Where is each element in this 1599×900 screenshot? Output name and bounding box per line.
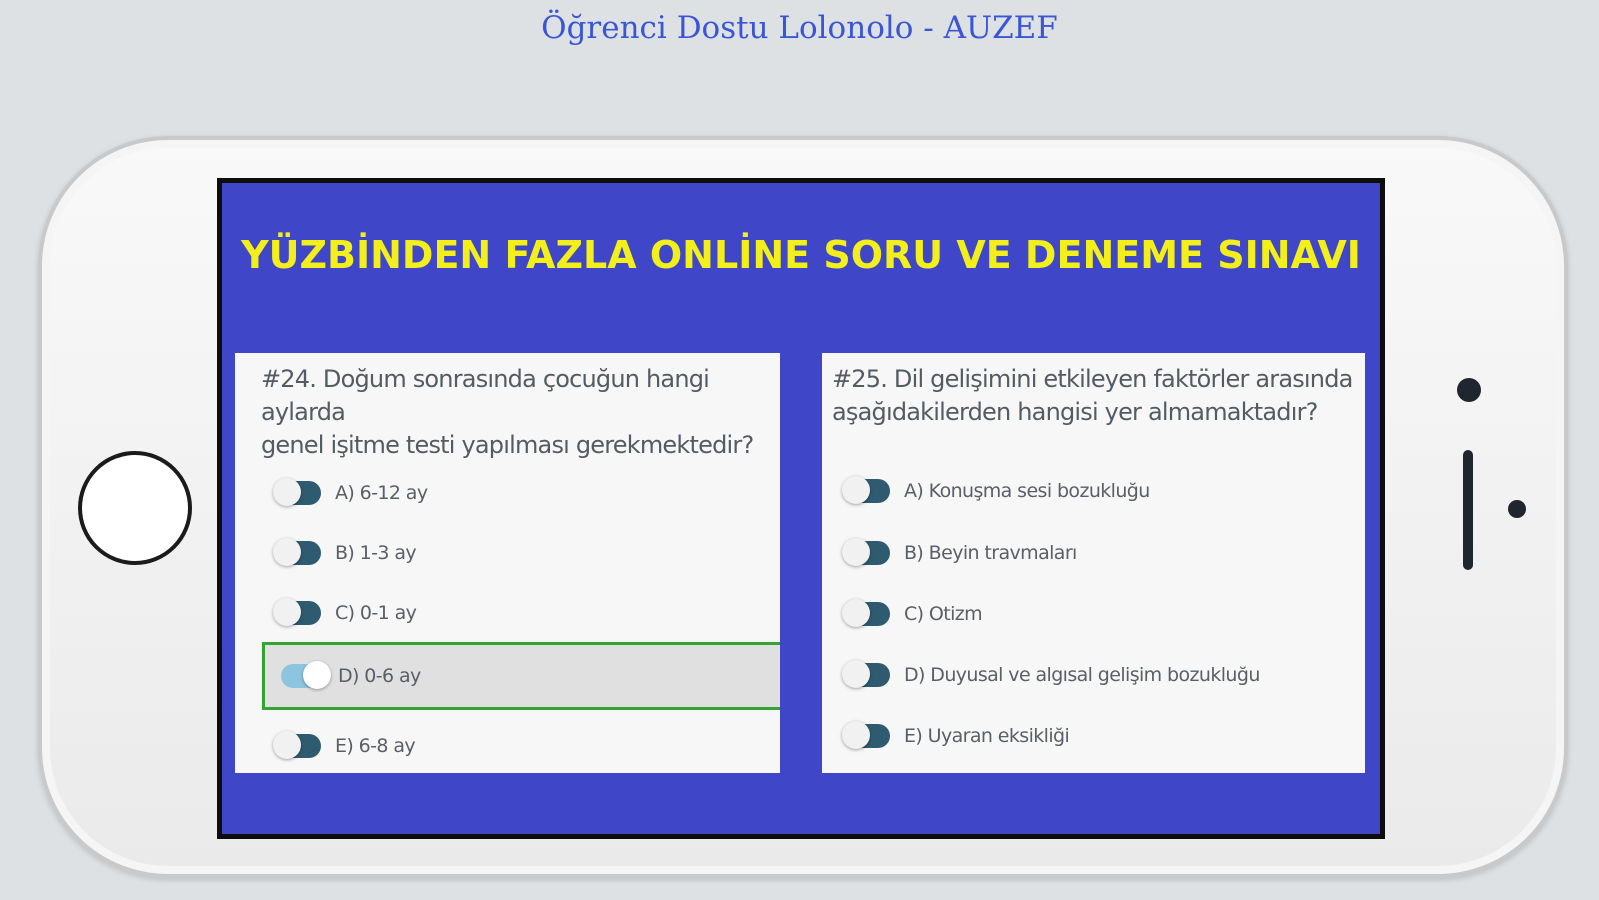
option-label: E) Uyaran eksikliği: [904, 725, 1070, 747]
toggle-on-icon[interactable]: [281, 661, 331, 689]
toggle-icon[interactable]: [273, 478, 323, 506]
option-b[interactable]: B) 1-3 ay: [235, 523, 780, 583]
toggle-icon[interactable]: [842, 721, 892, 749]
toggle-icon[interactable]: [842, 538, 892, 566]
page-title: Öğrenci Dostu Lolonolo - AUZEF: [541, 10, 1058, 46]
option-e[interactable]: E) 6-8 ay: [235, 716, 780, 773]
app-screen: YÜZBİNDEN FAZLA ONLİNE SORU VE DENEME SI…: [217, 178, 1385, 839]
home-button-icon[interactable]: [78, 451, 192, 565]
promo-banner: YÜZBİNDEN FAZLA ONLİNE SORU VE DENEME SI…: [241, 233, 1361, 277]
option-d[interactable]: D) Duyusal ve algısal gelişim bozukluğu: [822, 645, 1365, 705]
toggle-icon[interactable]: [842, 660, 892, 688]
question-text: #24. Doğum sonrasında çocuğun hangi ayla…: [261, 365, 754, 459]
toggle-icon[interactable]: [273, 538, 323, 566]
option-c[interactable]: C) Otizm: [822, 584, 1365, 644]
option-label: A) Konuşma sesi bozukluğu: [904, 480, 1150, 502]
camera-icon: [1457, 378, 1481, 402]
option-label: B) Beyin travmaları: [904, 542, 1077, 564]
question-card-25: #25. Dil gelişimini etkileyen faktörler …: [822, 353, 1365, 773]
option-b[interactable]: B) Beyin travmaları: [822, 523, 1365, 583]
option-e[interactable]: E) Uyaran eksikliği: [822, 706, 1365, 766]
option-label: A) 6-12 ay: [335, 482, 428, 504]
question-text: #25. Dil gelişimini etkileyen faktörler …: [832, 365, 1353, 426]
option-label: D) Duyusal ve algısal gelişim bozukluğu: [904, 664, 1260, 686]
option-label: D) 0-6 ay: [338, 665, 421, 687]
toggle-icon[interactable]: [842, 599, 892, 627]
option-label: C) Otizm: [904, 603, 983, 625]
sensor-icon: [1508, 500, 1526, 518]
option-label: B) 1-3 ay: [335, 542, 417, 564]
option-d-selected[interactable]: D) 0-6 ay: [262, 642, 780, 710]
option-a[interactable]: A) 6-12 ay: [235, 463, 780, 523]
speaker-icon: [1463, 450, 1473, 570]
toggle-icon[interactable]: [842, 476, 892, 504]
option-label: E) 6-8 ay: [335, 735, 416, 757]
option-c[interactable]: C) 0-1 ay: [235, 583, 780, 643]
toggle-icon[interactable]: [273, 598, 323, 626]
option-a[interactable]: A) Konuşma sesi bozukluğu: [822, 461, 1365, 521]
option-label: C) 0-1 ay: [335, 602, 417, 624]
toggle-icon[interactable]: [273, 731, 323, 759]
question-card-24: #24. Doğum sonrasında çocuğun hangi ayla…: [235, 353, 780, 773]
